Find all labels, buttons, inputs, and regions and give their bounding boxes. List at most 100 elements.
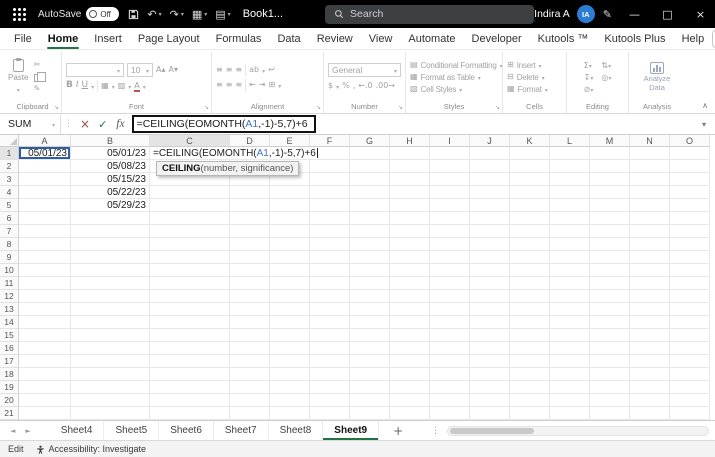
sheet-tab-sheet8[interactable]: Sheet8 xyxy=(269,421,324,440)
copy-icon[interactable] xyxy=(34,72,47,82)
row-header-2[interactable]: 2 xyxy=(0,160,19,173)
scrollbar-thumb[interactable] xyxy=(450,427,534,434)
cell-i4[interactable] xyxy=(430,186,470,199)
ribbon-tab-formulas[interactable]: Formulas xyxy=(208,28,270,49)
cell-m4[interactable] xyxy=(590,186,630,199)
cell-g13[interactable] xyxy=(350,303,390,316)
cell-b17[interactable] xyxy=(71,355,150,368)
cell-c20[interactable] xyxy=(150,394,230,407)
cell-f18[interactable] xyxy=(310,368,350,381)
cell-j2[interactable] xyxy=(470,160,510,173)
cell-d4[interactable] xyxy=(230,186,270,199)
cell-k19[interactable] xyxy=(510,381,550,394)
cell-j8[interactable] xyxy=(470,238,510,251)
cell-a20[interactable] xyxy=(19,394,71,407)
cell-o14[interactable] xyxy=(670,316,710,329)
cell-a13[interactable] xyxy=(19,303,71,316)
column-header-f[interactable]: F xyxy=(310,135,350,147)
cell-g5[interactable] xyxy=(350,199,390,212)
sheet-tab-sheet9[interactable]: Sheet9 xyxy=(323,421,380,440)
cell-b6[interactable] xyxy=(71,212,150,225)
cell-e20[interactable] xyxy=(270,394,310,407)
close-button[interactable]: × xyxy=(686,0,715,28)
cell-a4[interactable] xyxy=(19,186,71,199)
borders-dropdown-icon[interactable] xyxy=(112,80,115,92)
increase-font-size-button[interactable]: A▴ xyxy=(156,65,166,74)
cell-l5[interactable] xyxy=(550,199,590,212)
cell-e8[interactable] xyxy=(270,238,310,251)
cell-k8[interactable] xyxy=(510,238,550,251)
row-header-11[interactable]: 11 xyxy=(0,277,19,290)
cell-o3[interactable] xyxy=(670,173,710,186)
cell-c4[interactable] xyxy=(150,186,230,199)
cell-d9[interactable] xyxy=(230,251,270,264)
cell-e16[interactable] xyxy=(270,342,310,355)
cell-k9[interactable] xyxy=(510,251,550,264)
cell-f15[interactable] xyxy=(310,329,350,342)
column-header-a[interactable]: A xyxy=(19,135,71,147)
cell-d14[interactable] xyxy=(230,316,270,329)
column-header-c[interactable]: C xyxy=(150,135,230,147)
row-header-19[interactable]: 19 xyxy=(0,381,19,394)
row-header-1[interactable]: 1 xyxy=(0,147,19,160)
cell-k14[interactable] xyxy=(510,316,550,329)
cell-m6[interactable] xyxy=(590,212,630,225)
cell-n16[interactable] xyxy=(630,342,670,355)
fill-color-dropdown-icon[interactable] xyxy=(128,80,131,92)
cell-g14[interactable] xyxy=(350,316,390,329)
save-button[interactable] xyxy=(124,7,143,22)
row-header-7[interactable]: 7 xyxy=(0,225,19,238)
sheet-tab-sheet5[interactable]: Sheet5 xyxy=(104,421,160,440)
cell-i8[interactable] xyxy=(430,238,470,251)
cell-n13[interactable] xyxy=(630,303,670,316)
name-box-dropdown-icon[interactable] xyxy=(52,118,55,130)
row-header-18[interactable]: 18 xyxy=(0,368,19,381)
cell-j18[interactable] xyxy=(470,368,510,381)
cell-l3[interactable] xyxy=(550,173,590,186)
cell-e4[interactable] xyxy=(270,186,310,199)
cell-d16[interactable] xyxy=(230,342,270,355)
font-dialog-launcher[interactable]: ↘ xyxy=(204,104,209,111)
fill-color-button[interactable]: ▨ xyxy=(118,81,126,90)
cell-n2[interactable] xyxy=(630,160,670,173)
cell-j15[interactable] xyxy=(470,329,510,342)
cell-m9[interactable] xyxy=(590,251,630,264)
cell-c5[interactable] xyxy=(150,199,230,212)
cell-g6[interactable] xyxy=(350,212,390,225)
comma-style-icon[interactable]: , xyxy=(353,81,356,90)
align-top-icon[interactable]: ≡ xyxy=(216,65,223,74)
borders-button[interactable]: ▦ xyxy=(101,81,109,90)
cell-j20[interactable] xyxy=(470,394,510,407)
cell-h20[interactable] xyxy=(390,394,430,407)
column-header-n[interactable]: N xyxy=(630,135,670,147)
cell-e21[interactable] xyxy=(270,407,310,420)
cell-h16[interactable] xyxy=(390,342,430,355)
cell-c16[interactable] xyxy=(150,342,230,355)
cell-h8[interactable] xyxy=(390,238,430,251)
autosave-control[interactable]: AutoSave Off xyxy=(38,7,120,21)
cell-k10[interactable] xyxy=(510,264,550,277)
column-header-i[interactable]: I xyxy=(430,135,470,147)
cell-k11[interactable] xyxy=(510,277,550,290)
conditional-formatting-button[interactable]: ▤ Conditional Formatting xyxy=(410,61,498,70)
number-format-combo[interactable]: General xyxy=(328,62,401,77)
analyze-data-button[interactable]: Analyze Data xyxy=(638,61,676,92)
column-header-e[interactable]: E xyxy=(270,135,310,147)
paste-dropdown-icon[interactable] xyxy=(17,83,20,95)
cell-j5[interactable] xyxy=(470,199,510,212)
sheet-options-icon[interactable]: ⋮ xyxy=(431,426,440,436)
cell-o19[interactable] xyxy=(670,381,710,394)
fill-button[interactable]: ↧ xyxy=(584,73,594,82)
cell-i5[interactable] xyxy=(430,199,470,212)
cell-g2[interactable] xyxy=(350,160,390,173)
cell-e14[interactable] xyxy=(270,316,310,329)
cell-i1[interactable] xyxy=(430,147,470,160)
cell-j9[interactable] xyxy=(470,251,510,264)
ribbon-tab-insert[interactable]: Insert xyxy=(86,28,130,49)
cell-c17[interactable] xyxy=(150,355,230,368)
cell-d15[interactable] xyxy=(230,329,270,342)
autosum-button[interactable]: Σ xyxy=(584,61,594,70)
align-center-icon[interactable]: ≡ xyxy=(226,80,233,89)
ribbon-tab-data[interactable]: Data xyxy=(269,28,308,49)
format-as-table-button[interactable]: ▦ Format as Table xyxy=(410,73,498,82)
